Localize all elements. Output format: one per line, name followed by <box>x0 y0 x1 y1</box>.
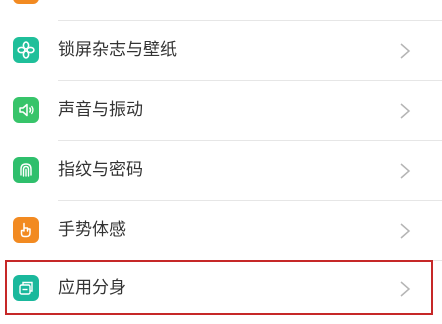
settings-item-label: 应用分身 <box>58 278 126 298</box>
settings-item-sound-vibration[interactable]: 声音与振动 <box>0 81 442 140</box>
chevron-right-icon <box>400 43 411 59</box>
app-clone-icon <box>13 275 39 301</box>
chevron-right-icon <box>400 163 411 179</box>
settings-item-fingerprint-password[interactable]: 指纹与密码 <box>0 141 442 200</box>
chevron-right-icon <box>400 103 411 119</box>
settings-item-app-clone[interactable]: 应用分身 <box>0 259 442 318</box>
settings-item-label: 指纹与密码 <box>58 160 143 180</box>
chevron-right-icon <box>400 281 411 297</box>
previous-item-partial <box>0 0 442 20</box>
settings-item-label: 手势体感 <box>58 220 126 240</box>
fingerprint-icon <box>13 157 39 183</box>
settings-item-label: 声音与振动 <box>58 100 143 120</box>
settings-item-label: 锁屏杂志与壁纸 <box>58 40 177 60</box>
settings-item-gestures-motion[interactable]: 手势体感 <box>0 201 442 260</box>
chevron-right-icon <box>400 223 411 239</box>
previous-item-icon <box>13 0 39 4</box>
flower-icon <box>13 37 39 63</box>
hand-gesture-icon <box>13 217 39 243</box>
speaker-icon <box>13 97 39 123</box>
settings-item-lockscreen-magazine[interactable]: 锁屏杂志与壁纸 <box>0 21 442 80</box>
